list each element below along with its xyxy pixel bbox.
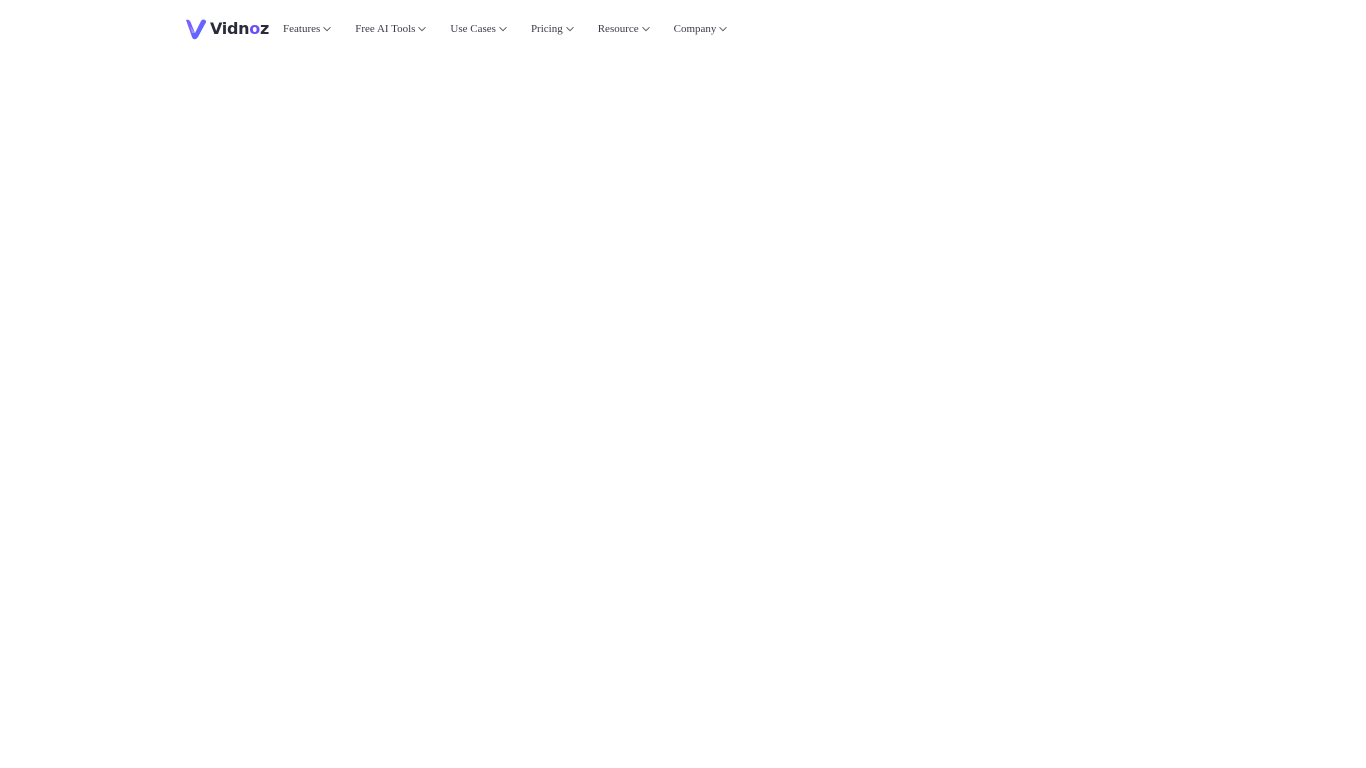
nav-item-features[interactable]: Features: [283, 23, 332, 35]
vidnoz-logo-link[interactable]: Vidnoz: [184, 16, 269, 42]
chevron-down-icon: [565, 26, 574, 32]
page: Vidnoz Features Free AI Tools Use Cases …: [0, 0, 1366, 768]
nav-item-free-ai-tools[interactable]: Free AI Tools: [355, 23, 427, 35]
chevron-down-icon: [323, 26, 332, 32]
nav-item-label: Company: [673, 23, 717, 35]
brand-name-prefix: Vidn: [210, 19, 250, 38]
main-nav: Features Free AI Tools Use Cases Pricing…: [283, 19, 728, 39]
nav-item-label: Free AI Tools: [355, 23, 416, 35]
nav-item-company[interactable]: Company: [674, 23, 729, 35]
brand-name-accent: o: [249, 19, 260, 38]
nav-item-resource[interactable]: Resource: [598, 23, 651, 35]
chevron-down-icon: [418, 26, 427, 32]
brand-name: Vidnoz: [210, 17, 269, 41]
chevron-down-icon: [719, 26, 728, 32]
chevron-down-icon: [641, 26, 650, 32]
nav-item-label: Use Cases: [450, 23, 496, 35]
nav-item-label: Resource: [597, 23, 639, 35]
nav-item-use-cases[interactable]: Use Cases: [450, 23, 508, 35]
nav-item-label: Pricing: [530, 23, 563, 35]
brand-name-suffix: z: [259, 19, 269, 38]
nav-item-pricing[interactable]: Pricing: [531, 23, 575, 35]
nav-item-label: Features: [283, 23, 321, 35]
chevron-down-icon: [499, 26, 507, 32]
site-header: Vidnoz Features Free AI Tools Use Cases …: [0, 0, 1366, 58]
vidnoz-logo-icon: [186, 19, 206, 40]
